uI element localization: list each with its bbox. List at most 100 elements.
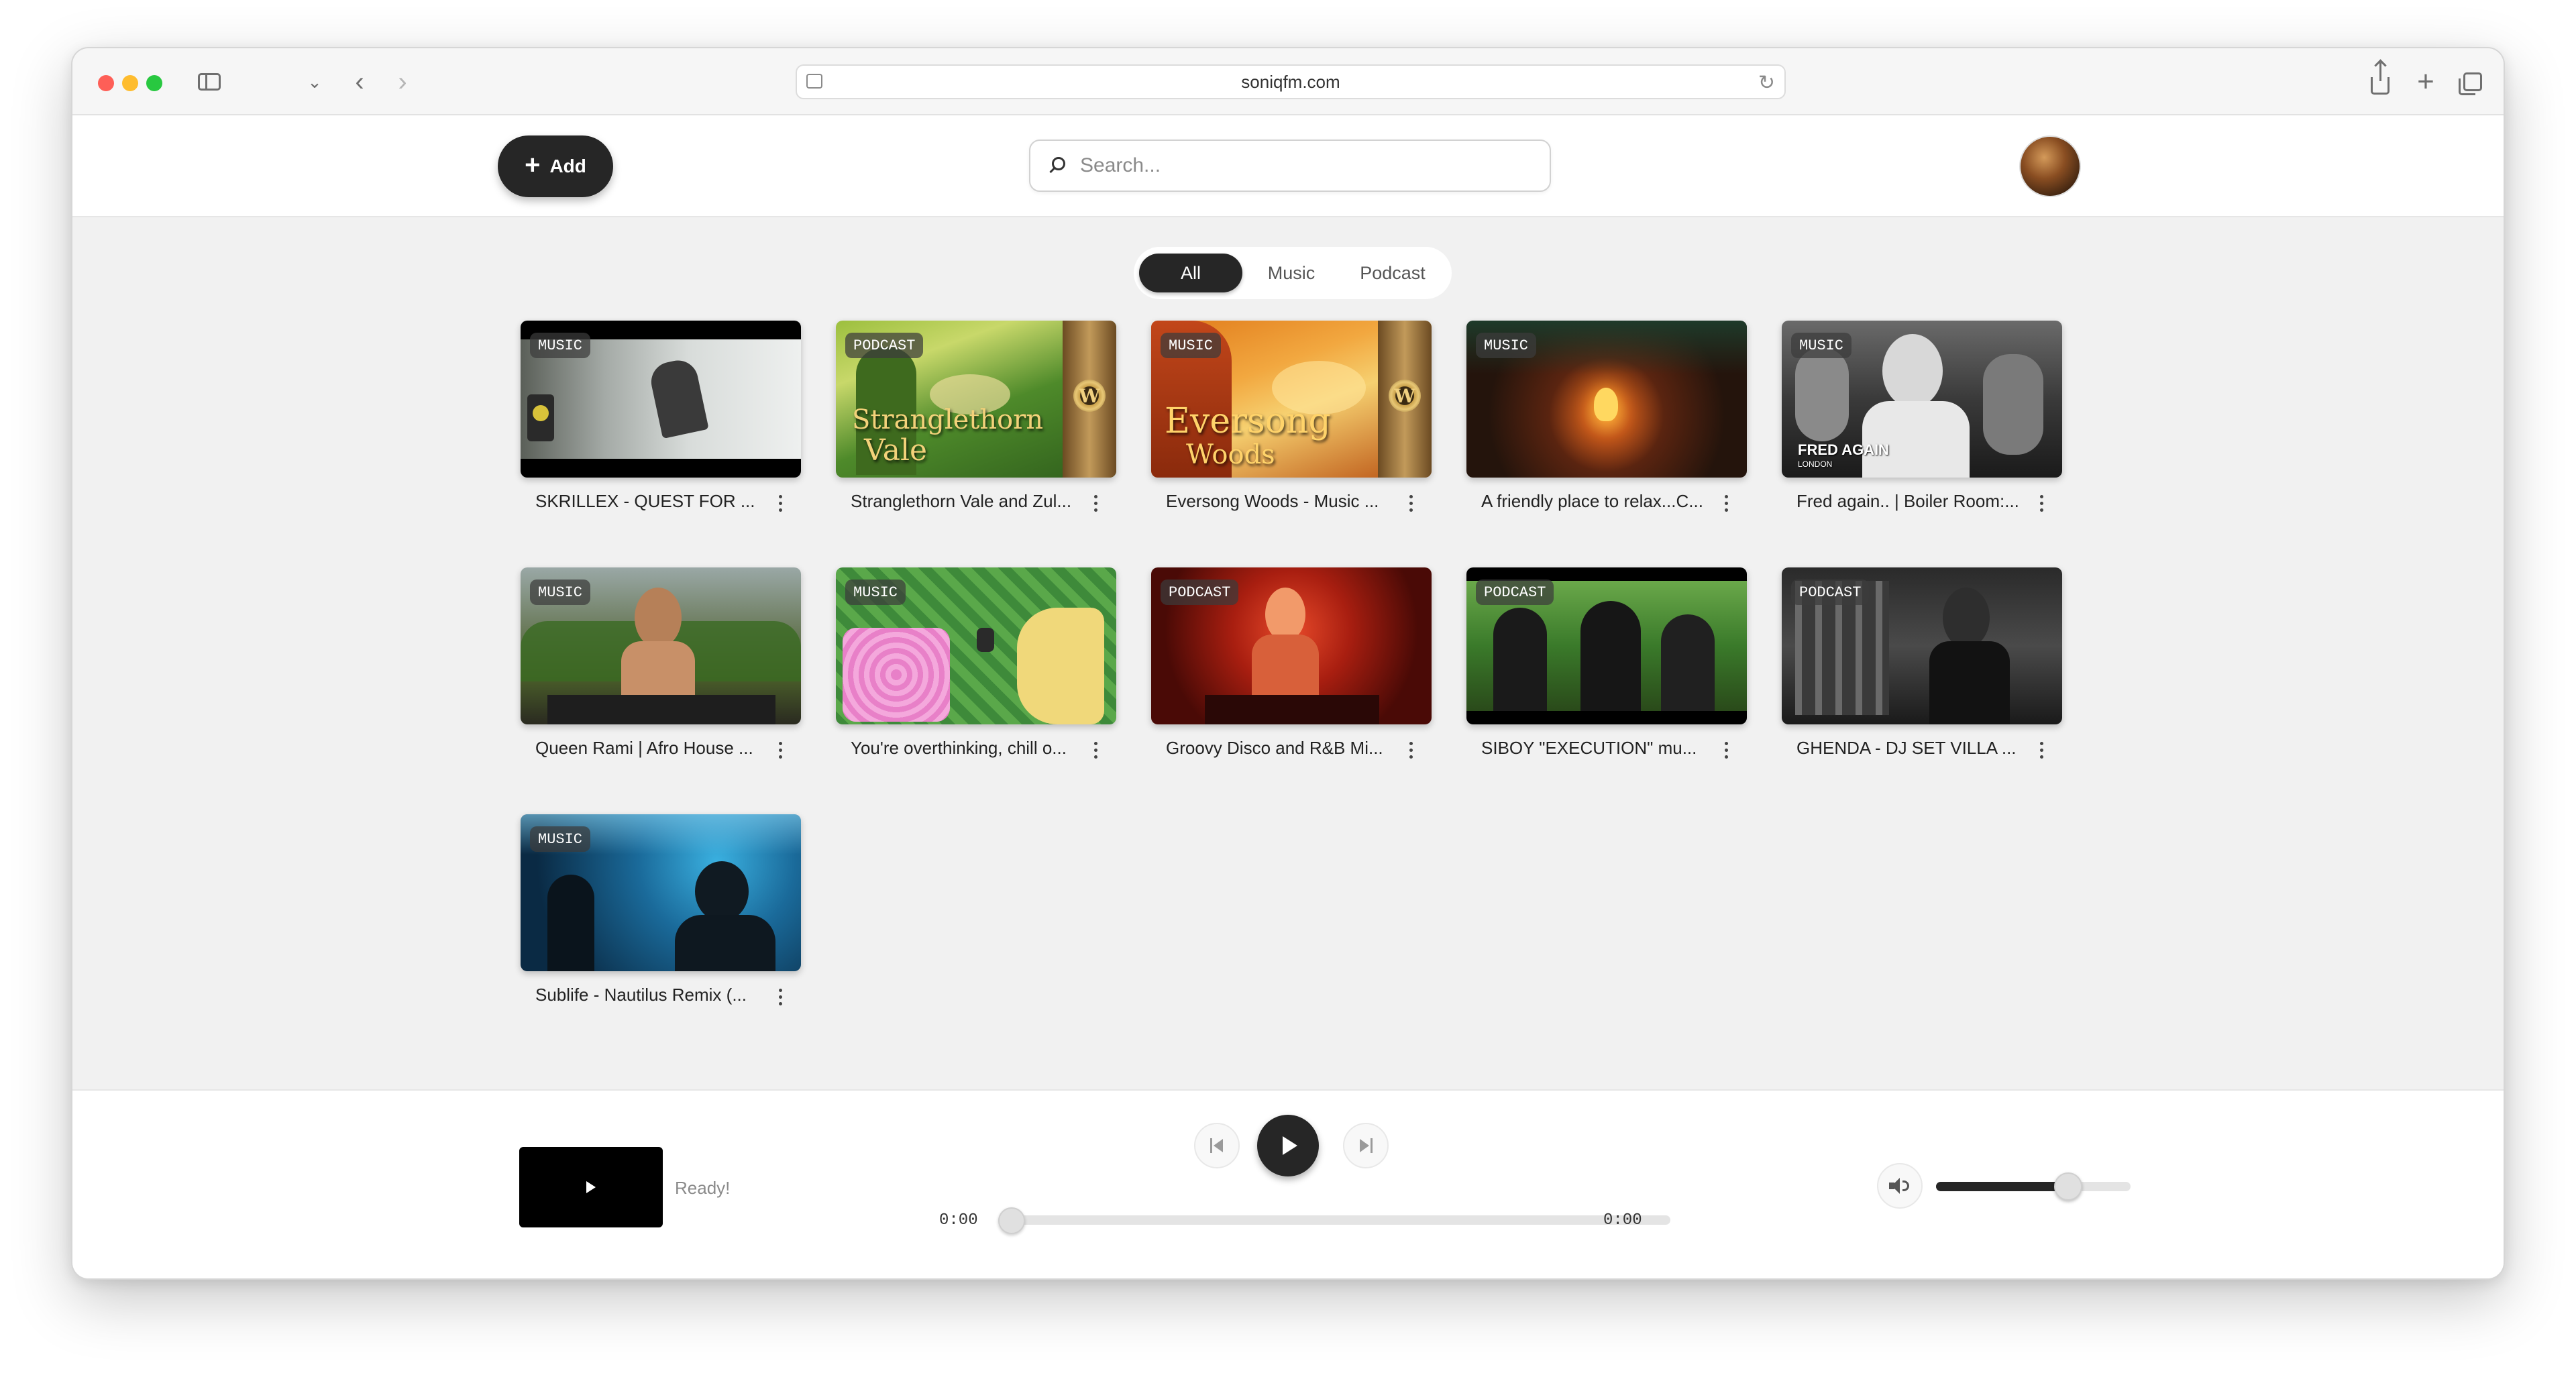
more-options-icon[interactable] (1401, 491, 1421, 515)
next-track-button[interactable] (1343, 1123, 1389, 1168)
thumbnail-caption-text: FRED AGAIN (1798, 441, 1890, 458)
volume-level (1936, 1182, 2069, 1191)
card-title[interactable]: Sublife - Nautilus Remix (... (535, 985, 763, 1005)
media-card[interactable]: PODCAST Groovy Disco and R&B Mi... (1151, 567, 1432, 789)
search-icon (1052, 157, 1065, 170)
card-thumbnail[interactable]: PODCAST (1466, 567, 1747, 724)
media-card[interactable]: MUSIC Sublife - Nautilus Remix (... (521, 814, 801, 1036)
play-icon (586, 1181, 596, 1193)
category-badge: MUSIC (1791, 333, 1852, 358)
more-options-icon[interactable] (770, 738, 790, 762)
now-playing-thumbnail[interactable] (519, 1147, 663, 1227)
previous-track-button[interactable] (1194, 1123, 1240, 1168)
address-url: soniqfm.com (1241, 71, 1340, 92)
seek-slider[interactable] (998, 1207, 1670, 1234)
search-input[interactable] (1080, 141, 1536, 190)
site-settings-icon[interactable] (806, 74, 822, 89)
add-button[interactable]: + Add (498, 135, 613, 197)
volume-handle[interactable] (2054, 1172, 2083, 1201)
card-thumbnail[interactable]: Stranglethorn Vale W PODCAST (836, 321, 1116, 478)
avatar[interactable] (2019, 135, 2081, 197)
card-title[interactable]: Eversong Woods - Music ... (1166, 491, 1394, 512)
browser-toolbar: ⌄ ‹ › soniqfm.com ↻ + (72, 48, 2504, 115)
card-thumbnail[interactable]: FRED AGAIN LONDON MUSIC (1782, 321, 2062, 478)
more-options-icon[interactable] (770, 491, 790, 515)
more-options-icon[interactable] (1401, 738, 1421, 762)
thumbnail-title-line1: Eversong (1165, 401, 1331, 441)
card-thumbnail[interactable]: MUSIC (521, 567, 801, 724)
card-title[interactable]: GHENDA - DJ SET VILLA ... (1796, 738, 2025, 759)
plus-icon: + (525, 150, 541, 180)
card-title[interactable]: A friendly place to relax...C... (1481, 491, 1709, 512)
more-options-icon[interactable] (1085, 738, 1106, 762)
category-badge: MUSIC (530, 826, 591, 852)
more-options-icon[interactable] (1716, 738, 1736, 762)
card-title[interactable]: SIBOY "EXECUTION" mu... (1481, 738, 1709, 759)
filter-tabs: All Music Podcast (1134, 247, 1452, 299)
card-title[interactable]: Queen Rami | Afro House ... (535, 738, 763, 759)
share-icon[interactable] (2365, 62, 2395, 98)
volume-button[interactable] (1877, 1163, 1923, 1209)
speaker-icon (1889, 1178, 1911, 1194)
card-title[interactable]: Groovy Disco and R&B Mi... (1166, 738, 1394, 759)
wow-logo-icon: W (1063, 321, 1116, 478)
card-title[interactable]: SKRILLEX - QUEST FOR ... (535, 491, 763, 512)
tab-music[interactable]: Music (1242, 254, 1340, 292)
thumbnail-title-line2: Woods (1186, 439, 1275, 470)
player-status: Ready! (675, 1178, 731, 1198)
media-card[interactable]: PODCAST GHENDA - DJ SET VILLA ... (1782, 567, 2062, 789)
play-icon (1283, 1136, 1297, 1155)
category-badge: PODCAST (1476, 580, 1554, 605)
card-thumbnail[interactable]: MUSIC (1466, 321, 1747, 478)
card-thumbnail[interactable]: PODCAST (1782, 567, 2062, 724)
thumbnail-title-line2: Vale (864, 433, 928, 468)
more-options-icon[interactable] (770, 985, 790, 1009)
player-bar: Ready! 0:00 0:00 (72, 1089, 2504, 1278)
more-options-icon[interactable] (2031, 738, 2051, 762)
back-arrow-icon[interactable]: ‹ (346, 66, 373, 98)
reload-icon[interactable]: ↻ (1758, 71, 1775, 95)
category-badge: MUSIC (530, 580, 591, 605)
zoom-window-button[interactable] (146, 75, 162, 91)
tab-podcast[interactable]: Podcast (1340, 254, 1445, 292)
more-options-icon[interactable] (1085, 491, 1106, 515)
media-card[interactable]: PODCAST SIBOY "EXECUTION" mu... (1466, 567, 1747, 789)
more-options-icon[interactable] (2031, 491, 2051, 515)
seek-track[interactable] (998, 1215, 1670, 1225)
card-thumbnail[interactable]: MUSIC (521, 321, 801, 478)
card-thumbnail[interactable]: PODCAST (1151, 567, 1432, 724)
category-badge: MUSIC (530, 333, 591, 358)
tab-overview-icon[interactable] (2458, 66, 2487, 98)
category-badge: PODCAST (1791, 580, 1870, 605)
media-card[interactable]: Stranglethorn Vale W PODCAST Strangletho… (836, 321, 1116, 542)
address-bar[interactable]: soniqfm.com ↻ (796, 64, 1786, 99)
card-thumbnail[interactable]: MUSIC (521, 814, 801, 971)
tab-all[interactable]: All (1139, 254, 1242, 292)
minimize-window-button[interactable] (122, 75, 138, 91)
card-thumbnail[interactable]: Eversong Woods W MUSIC (1151, 321, 1432, 478)
sidebar-toggle-icon[interactable] (193, 66, 225, 98)
chevron-down-icon[interactable]: ⌄ (305, 66, 325, 98)
volume-slider[interactable] (1936, 1172, 2131, 1201)
card-thumbnail[interactable]: MUSIC (836, 567, 1116, 724)
media-card[interactable]: Eversong Woods W MUSIC Eversong Woods - … (1151, 321, 1432, 542)
forward-arrow-icon[interactable]: › (389, 66, 416, 98)
play-button[interactable] (1257, 1115, 1319, 1176)
more-options-icon[interactable] (1716, 491, 1736, 515)
skip-forward-icon (1358, 1138, 1374, 1153)
thumbnail-caption: FRED AGAIN LONDON (1798, 441, 1890, 469)
card-title[interactable]: You're overthinking, chill o... (851, 738, 1079, 759)
card-title[interactable]: Stranglethorn Vale and Zul... (851, 491, 1079, 512)
media-card[interactable]: MUSIC SKRILLEX - QUEST FOR ... (521, 321, 801, 542)
seek-handle[interactable] (998, 1207, 1025, 1234)
skip-back-icon (1209, 1138, 1225, 1153)
browser-window: ⌄ ‹ › soniqfm.com ↻ + + Add All Music Po… (71, 47, 2505, 1280)
media-card[interactable]: MUSIC A friendly place to relax...C... (1466, 321, 1747, 542)
media-card[interactable]: FRED AGAIN LONDON MUSIC Fred again.. | B… (1782, 321, 2062, 542)
card-title[interactable]: Fred again.. | Boiler Room:... (1796, 491, 2025, 512)
search-box (1029, 140, 1551, 192)
close-window-button[interactable] (98, 75, 114, 91)
media-card[interactable]: MUSIC You're overthinking, chill o... (836, 567, 1116, 789)
new-tab-icon[interactable]: + (2411, 65, 2440, 98)
media-card[interactable]: MUSIC Queen Rami | Afro House ... (521, 567, 801, 789)
